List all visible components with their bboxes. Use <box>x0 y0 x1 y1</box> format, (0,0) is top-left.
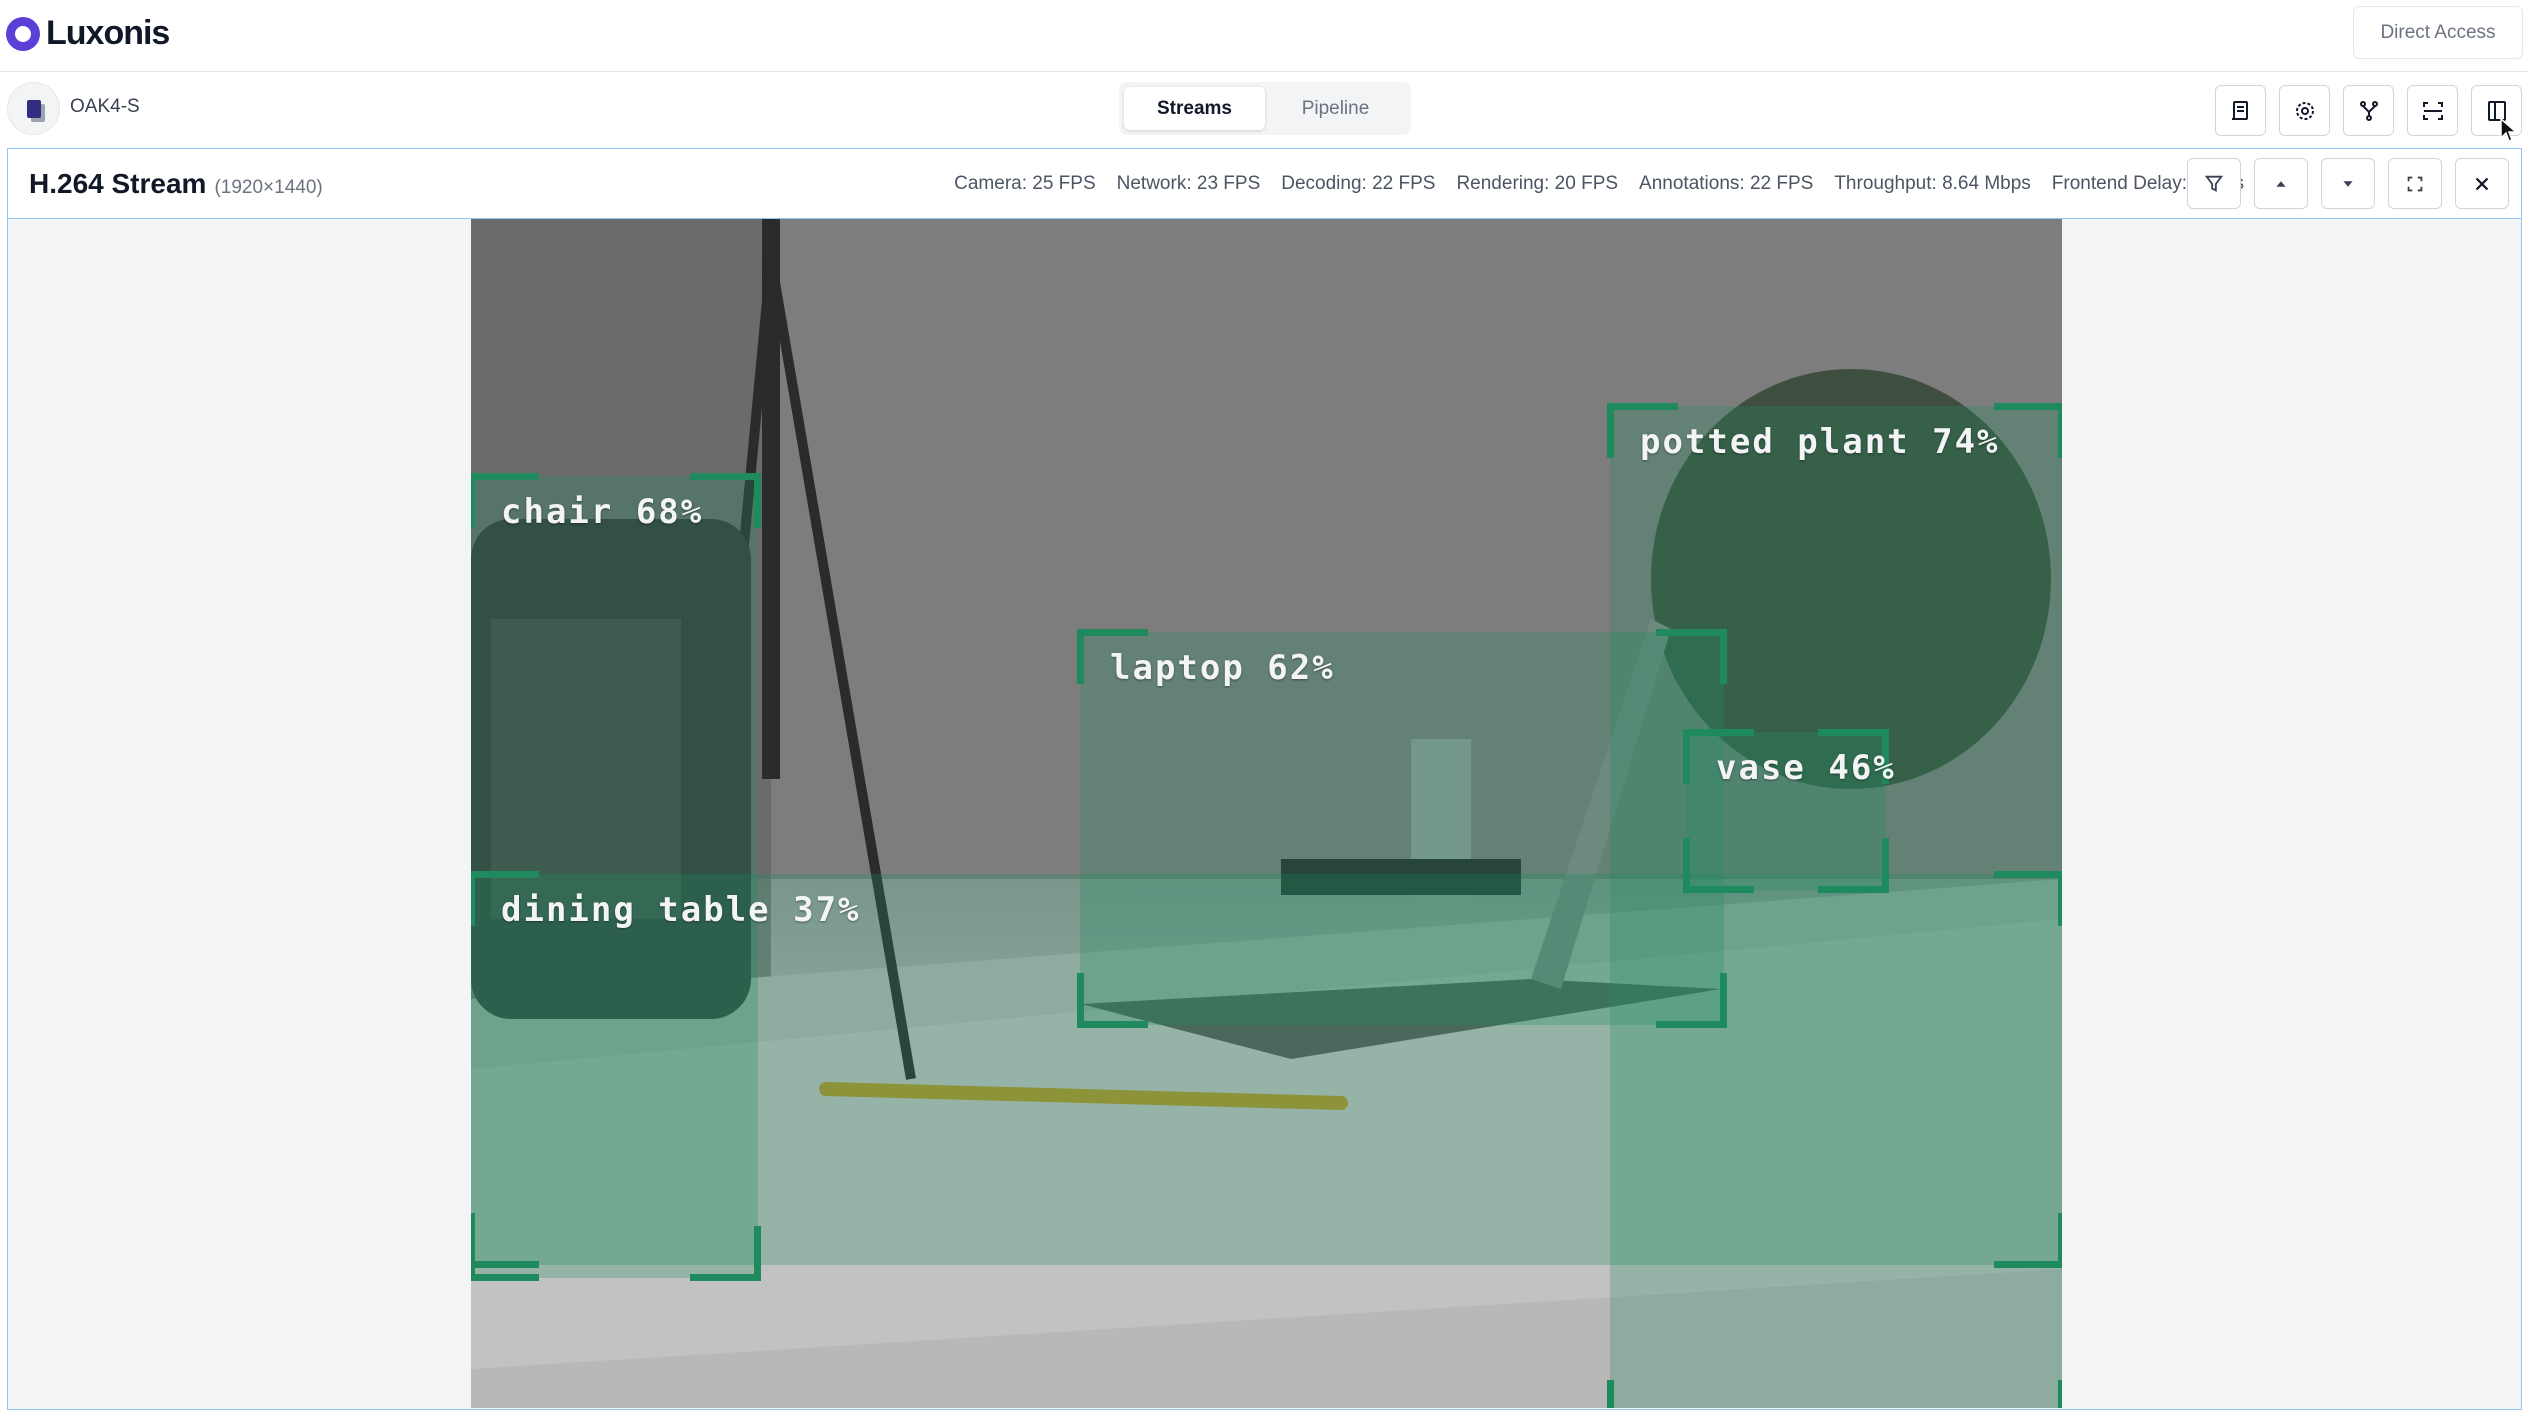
tab-pipeline[interactable]: Pipeline <box>1265 87 1406 130</box>
fork-button[interactable] <box>2343 85 2394 136</box>
mouse-cursor-icon <box>2500 118 2518 142</box>
detection-label: chair 68% <box>501 492 704 532</box>
luxonis-logo[interactable]: Luxonis <box>6 14 170 53</box>
logs-icon <box>2231 100 2248 120</box>
detection-label: dining table 37% <box>501 890 861 930</box>
stream-stats: Camera: 25 FPS Network: 23 FPS Decoding:… <box>954 173 2244 195</box>
device-icon <box>26 99 41 118</box>
move-up-button[interactable] <box>2254 158 2308 209</box>
stat-throughput: Throughput: 8.64 Mbps <box>1834 173 2031 194</box>
top-bar: Luxonis Direct Access <box>0 0 2528 72</box>
detection-box: dining table 37% <box>471 871 2062 1268</box>
stream-header-actions <box>2187 158 2509 209</box>
stream-header: H.264 Stream (1920×1440) Camera: 25 FPS N… <box>8 149 2521 219</box>
detection-label: vase 46% <box>1716 748 1896 788</box>
move-up-icon <box>2276 180 2286 187</box>
filter-icon <box>2204 175 2224 192</box>
video-frame[interactable]: potted plant 74% chair 68% laptop 62% va… <box>471 219 2062 1408</box>
stream-title: H.264 Stream (1920×1440) <box>29 168 323 200</box>
detection-label: potted plant 74% <box>1640 422 2000 462</box>
logo-icon <box>6 16 40 51</box>
fullscreen-button[interactable] <box>2388 158 2442 209</box>
settings-icon <box>2295 101 2314 120</box>
fork-icon <box>2359 100 2378 121</box>
detection-box: vase 46% <box>1683 729 1894 893</box>
stat-camera-fps: Camera: 25 FPS <box>954 173 1096 194</box>
move-down-button[interactable] <box>2321 158 2375 209</box>
stream-name: H.264 Stream <box>29 168 207 199</box>
close-icon <box>2475 177 2489 190</box>
filter-button[interactable] <box>2187 158 2241 209</box>
toolbar <box>2215 85 2522 136</box>
stat-decoding-fps: Decoding: 22 FPS <box>1281 173 1436 194</box>
logs-button[interactable] <box>2215 85 2266 136</box>
close-stream-button[interactable] <box>2455 158 2509 209</box>
stat-rendering-fps: Rendering: 20 FPS <box>1456 173 1619 194</box>
stat-network-fps: Network: 23 FPS <box>1116 173 1261 194</box>
stat-annotations-fps: Annotations: 22 FPS <box>1639 173 1814 194</box>
move-down-icon <box>2343 180 2353 187</box>
device-name: OAK4-S <box>70 96 140 117</box>
device-bar: OAK4-S Streams Pipeline <box>0 72 2528 146</box>
tab-streams[interactable]: Streams <box>1124 87 1265 130</box>
direct-access-button[interactable]: Direct Access <box>2353 6 2523 59</box>
scan-icon <box>2422 101 2443 120</box>
detection-label: laptop 62% <box>1110 648 1335 688</box>
view-tabs: Streams Pipeline <box>1119 82 1411 135</box>
device-avatar[interactable] <box>7 82 60 135</box>
stream-panel: H.264 Stream (1920×1440) Camera: 25 FPS N… <box>7 148 2522 1410</box>
scan-button[interactable] <box>2407 85 2458 136</box>
stream-resolution: (1920×1440) <box>214 177 323 198</box>
fullscreen-icon <box>2407 176 2423 191</box>
logo-text: Luxonis <box>46 14 170 52</box>
settings-button[interactable] <box>2279 85 2330 136</box>
